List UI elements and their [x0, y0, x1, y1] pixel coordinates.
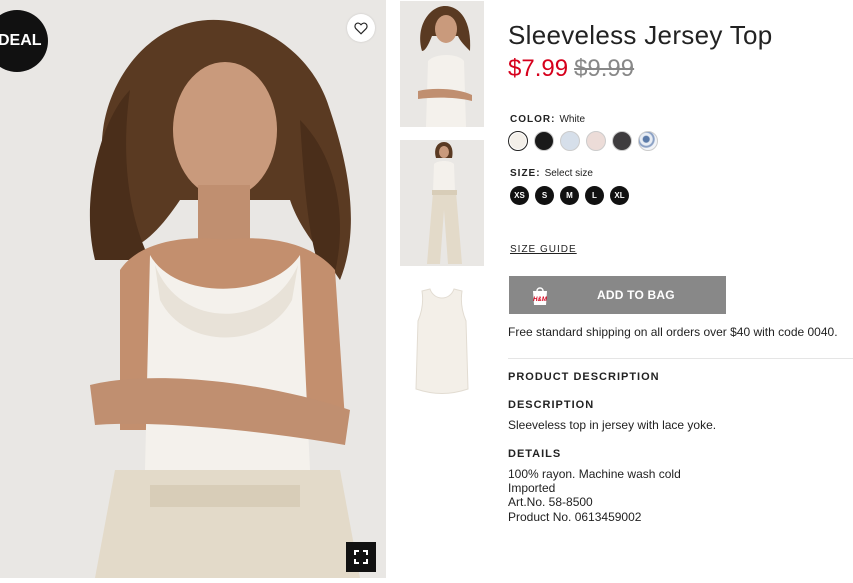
thumbnail-1[interactable]: [400, 1, 484, 127]
thumbnail-model-full: [400, 140, 484, 266]
color-swatches: [508, 131, 658, 151]
detail-product-number: Product No. 0613459002: [508, 509, 642, 524]
detail-origin: Imported: [508, 481, 556, 496]
size-placeholder: Select size: [544, 168, 593, 179]
details-list: 100% rayon. Machine wash cold Imported A…: [508, 467, 681, 524]
swatch-white[interactable]: [508, 131, 528, 151]
detail-article-number: Art.No. 58-8500: [508, 495, 593, 510]
expand-icon: [354, 550, 368, 564]
main-product-image: DEAL: [0, 0, 386, 578]
size-guide-link[interactable]: SIZE GUIDE: [510, 244, 577, 255]
shopping-bag-icon: H&M: [533, 287, 548, 305]
model-photo: [0, 0, 386, 578]
fullscreen-button[interactable]: [346, 542, 376, 572]
detail-material: 100% rayon. Machine wash cold: [508, 467, 681, 481]
thumbnail-model-closeup: [400, 1, 484, 127]
svg-text:H&M: H&M: [533, 297, 548, 303]
swatch-floral[interactable]: [638, 131, 658, 151]
size-m-button[interactable]: M: [560, 186, 579, 205]
favorite-button[interactable]: [347, 14, 375, 42]
size-s-button[interactable]: S: [535, 186, 554, 205]
price: $7.99 $9.99: [508, 55, 634, 83]
color-label-row: COLOR: White: [510, 114, 585, 125]
add-to-bag-button[interactable]: H&M ADD TO BAG: [509, 276, 726, 314]
color-label: COLOR:: [510, 114, 556, 125]
details-heading: DETAILS: [508, 448, 562, 460]
swatch-light-blue[interactable]: [560, 131, 580, 151]
size-xs-button[interactable]: XS: [510, 186, 529, 205]
divider: [508, 358, 853, 359]
add-to-bag-label: ADD TO BAG: [597, 288, 675, 302]
description-text: Sleeveless top in jersey with lace yoke.: [508, 418, 717, 432]
thumbnail-2[interactable]: [400, 140, 484, 266]
size-label: SIZE:: [510, 168, 541, 179]
swatch-light-pink[interactable]: [586, 131, 606, 151]
original-price: $9.99: [574, 55, 635, 82]
product-title: Sleeveless Jersey Top: [508, 20, 773, 50]
size-xl-button[interactable]: XL: [610, 186, 629, 205]
swatch-dark-gray[interactable]: [612, 131, 632, 151]
shipping-info: Free standard shipping on all orders ove…: [508, 325, 838, 339]
selected-color: White: [559, 114, 586, 125]
heart-icon: [354, 22, 368, 35]
product-description-heading: PRODUCT DESCRIPTION: [508, 371, 660, 383]
size-options: XS S M L XL: [510, 186, 629, 205]
thumbnail-3[interactable]: [400, 279, 484, 405]
thumbnail-product-flat: [400, 279, 484, 405]
description-heading: DESCRIPTION: [508, 399, 595, 411]
size-label-row: SIZE: Select size: [510, 168, 593, 179]
sale-price: $7.99: [508, 55, 569, 82]
swatch-black[interactable]: [534, 131, 554, 151]
size-l-button[interactable]: L: [585, 186, 604, 205]
